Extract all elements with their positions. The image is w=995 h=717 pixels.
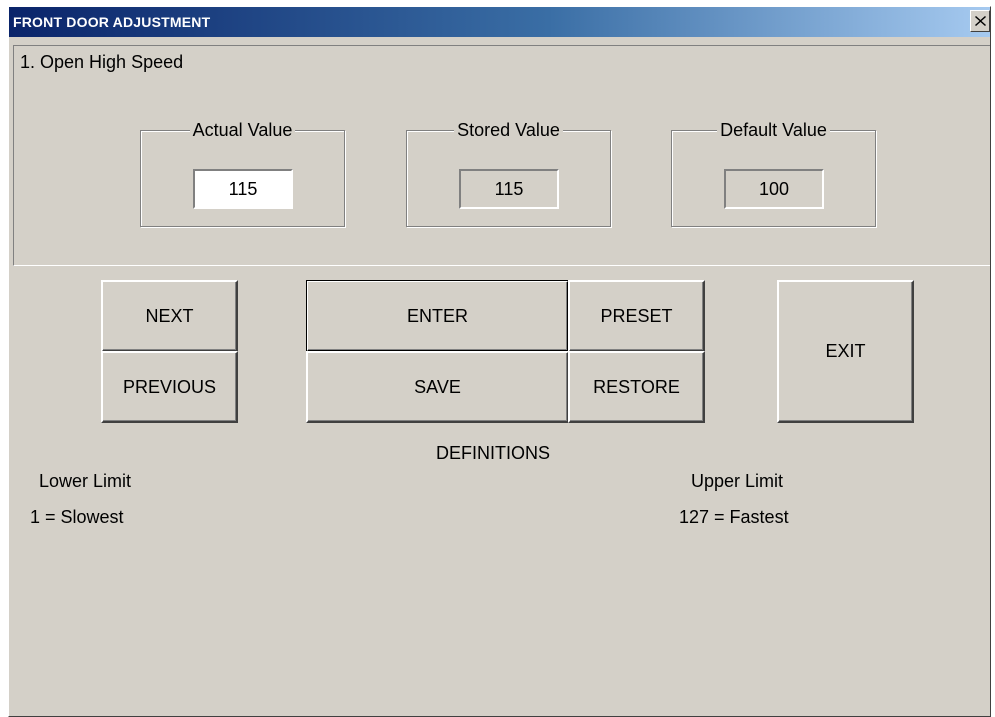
actual-value-label: Actual Value (189, 120, 296, 140)
stored-value-field: 115 (459, 169, 559, 209)
previous-button[interactable]: PREVIOUS (101, 351, 238, 423)
save-button[interactable]: SAVE (306, 351, 569, 423)
stored-value-group: Stored Value 115 (406, 120, 611, 227)
next-button[interactable]: NEXT (101, 280, 238, 352)
adjustment-window: FRONT DOOR ADJUSTMENT 1. Open High Speed… (8, 6, 991, 717)
lower-limit-label: Lower Limit (39, 471, 132, 491)
stored-value-label: Stored Value (454, 120, 563, 140)
restore-button[interactable]: RESTORE (568, 351, 705, 423)
title-bar[interactable]: FRONT DOOR ADJUSTMENT (9, 7, 990, 37)
exit-button[interactable]: EXIT (777, 280, 914, 423)
default-value-field: 100 (724, 169, 824, 209)
preset-button[interactable]: PRESET (568, 280, 705, 352)
default-value-group: Default Value 100 (671, 120, 876, 227)
window-title: FRONT DOOR ADJUSTMENT (13, 14, 211, 30)
close-icon (975, 16, 986, 26)
upper-limit-label: Upper Limit (691, 471, 784, 491)
definitions-heading: DEFINITIONS (436, 443, 551, 463)
parameter-title: 1. Open High Speed (20, 52, 184, 72)
actual-value-group: Actual Value 115 (140, 120, 345, 227)
actual-value-input[interactable]: 115 (193, 169, 293, 209)
lower-limit-value: 1 = Slowest (30, 507, 124, 527)
enter-button[interactable]: ENTER (306, 280, 569, 352)
default-value-label: Default Value (717, 120, 830, 140)
parameter-panel: 1. Open High Speed Actual Value 115 Stor… (13, 45, 990, 266)
close-button[interactable] (970, 10, 990, 32)
upper-limit-value: 127 = Fastest (679, 507, 789, 527)
